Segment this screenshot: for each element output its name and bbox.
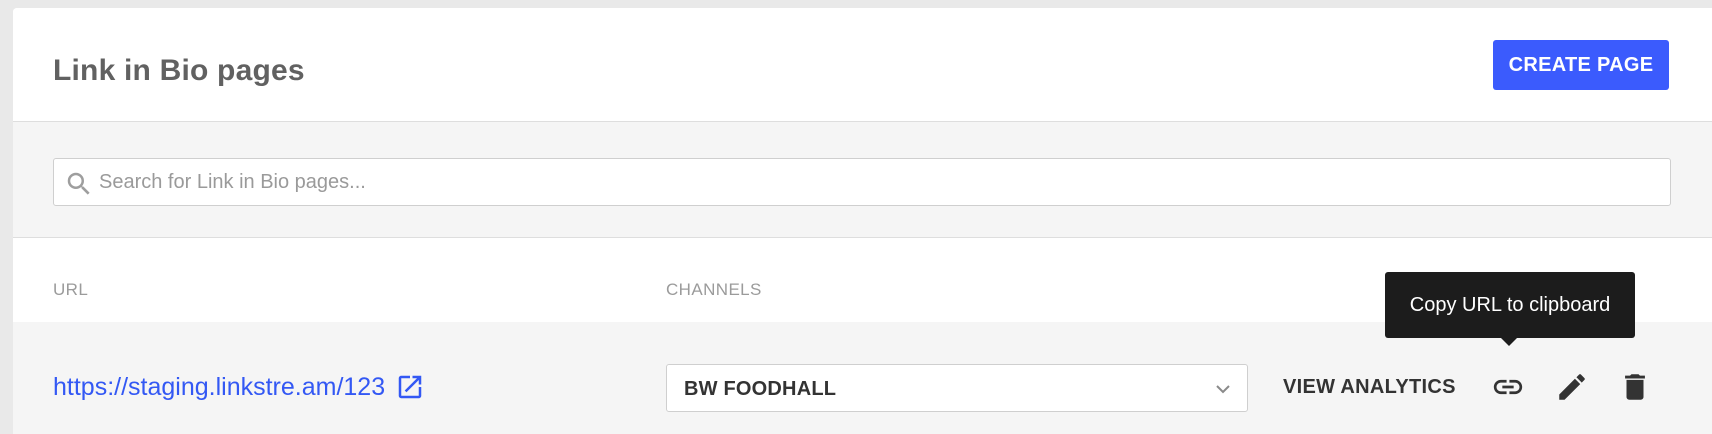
header: Link in Bio pages CREATE PAGE: [13, 8, 1712, 122]
search-box[interactable]: [53, 158, 1671, 206]
pencil-icon[interactable]: [1555, 370, 1589, 404]
pages-card: Link in Bio pages CREATE PAGE URL CHANNE…: [13, 8, 1712, 434]
copy-url-tooltip: Copy URL to clipboard: [1385, 272, 1635, 346]
channel-select[interactable]: BW FOODHALL: [666, 364, 1248, 412]
column-header-url: URL: [53, 280, 89, 299]
search-icon: [67, 172, 90, 195]
view-analytics-button[interactable]: VIEW ANALYTICS: [1283, 376, 1456, 399]
create-page-button[interactable]: CREATE PAGE: [1493, 40, 1669, 90]
page-url-link[interactable]: https://staging.linkstre.am/123: [53, 372, 425, 402]
page-url-text: https://staging.linkstre.am/123: [53, 372, 386, 401]
search-input[interactable]: [99, 159, 1659, 205]
table-row: https://staging.linkstre.am/123 BW FOODH…: [13, 322, 1712, 434]
chevron-down-icon: [1216, 385, 1230, 394]
channel-select-value: BW FOODHALL: [684, 378, 837, 400]
page-title: Link in Bio pages: [53, 54, 305, 87]
link-icon[interactable]: [1491, 370, 1525, 404]
search-section: [13, 122, 1712, 238]
column-header-channels: CHANNELS: [666, 280, 762, 299]
external-link-icon[interactable]: [395, 372, 425, 402]
trash-icon[interactable]: [1618, 370, 1652, 404]
tooltip-text: Copy URL to clipboard: [1409, 293, 1611, 316]
